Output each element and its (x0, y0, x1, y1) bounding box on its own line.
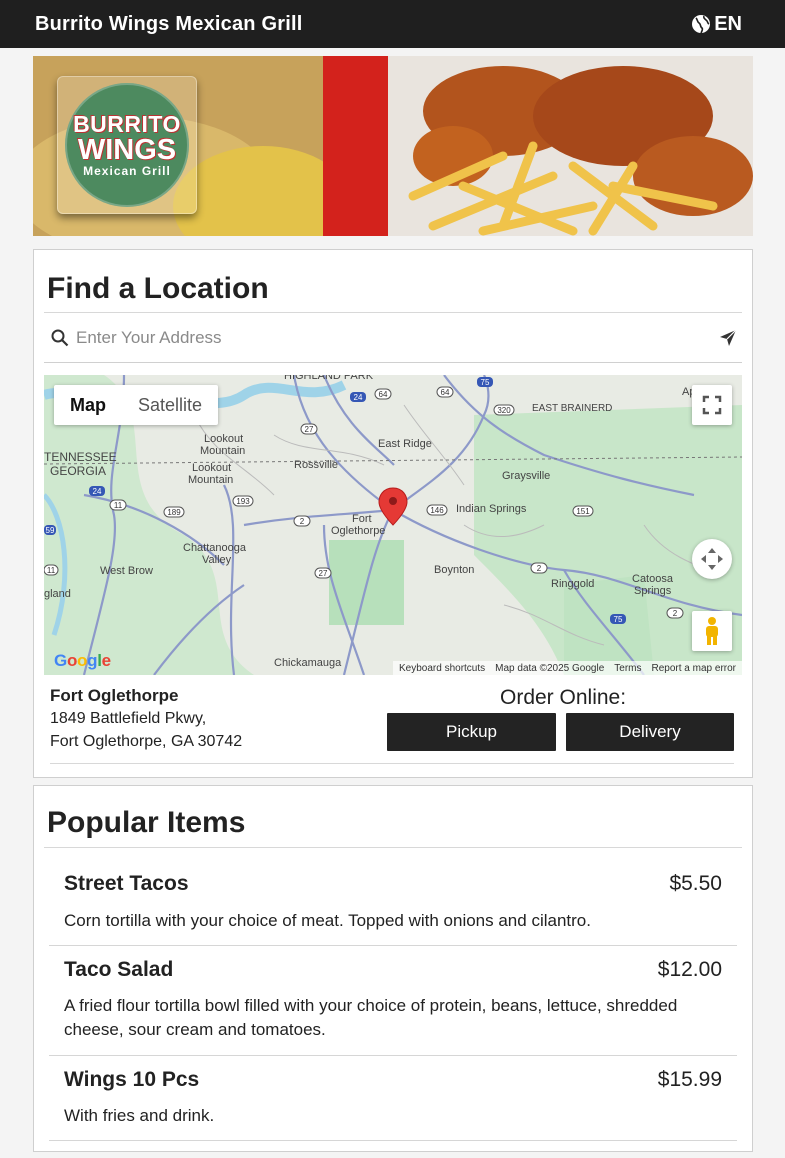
svg-text:24: 24 (93, 487, 102, 496)
keyboard-shortcuts-link[interactable]: Keyboard shortcuts (399, 663, 485, 674)
address-input[interactable] (76, 327, 719, 348)
search-icon (51, 329, 69, 346)
pegman-icon (706, 617, 718, 645)
svg-text:Chickamauga: Chickamauga (274, 657, 342, 669)
fullscreen-icon (702, 395, 722, 415)
location-map[interactable]: HIGHLAND PARK EAST BRAINERD Lookout Mount… (44, 375, 742, 675)
item-price: $15.99 (657, 1068, 722, 1091)
svg-text:Rossville: Rossville (294, 459, 338, 471)
item-name: Wings 10 Pcs (64, 1068, 200, 1091)
svg-text:27: 27 (305, 425, 314, 434)
terms-link[interactable]: Terms (614, 663, 641, 674)
language-selector[interactable]: EN (691, 13, 742, 36)
map-data-text: Map data ©2025 Google (495, 662, 605, 674)
order-online-label: Order Online: (500, 686, 627, 709)
svg-text:Graysville: Graysville (502, 470, 550, 482)
svg-text:GEORGIA: GEORGIA (50, 464, 106, 478)
svg-text:TENNESSEE: TENNESSEE (44, 450, 117, 464)
item-description: A fried flour tortilla bowl filled with … (64, 996, 678, 1039)
svg-text:gland: gland (44, 588, 71, 600)
svg-text:151: 151 (576, 507, 590, 516)
svg-text:Indian Springs: Indian Springs (456, 503, 527, 515)
item-price: $12.00 (657, 958, 722, 981)
item-divider (49, 1140, 737, 1141)
svg-text:Valley: Valley (202, 554, 232, 566)
menu-item[interactable]: Taco Salad $12.00 A fried flour tortilla… (49, 946, 737, 1056)
svg-text:75: 75 (481, 378, 490, 387)
find-location-card: Find a Location Enter Your Address HIGHL… (33, 249, 753, 778)
svg-text:Catoosa: Catoosa (632, 573, 674, 585)
map-type-toggle: Map Satellite (54, 385, 219, 425)
brand-title[interactable]: Burrito Wings Mexican Grill (35, 13, 302, 36)
svg-text:193: 193 (236, 497, 250, 506)
svg-text:Mountain: Mountain (188, 474, 233, 486)
popular-items-title: Popular Items (47, 806, 246, 839)
svg-text:EAST BRAINERD: EAST BRAINERD (532, 403, 612, 414)
svg-text:189: 189 (167, 508, 181, 517)
restaurant-logo: BURRITO WINGS Mexican Grill (57, 76, 197, 214)
top-bar: Burrito Wings Mexican Grill EN (0, 0, 785, 48)
svg-text:Fort: Fort (352, 513, 372, 525)
map-type-map[interactable]: Map (54, 385, 122, 425)
find-location-title: Find a Location (47, 272, 269, 305)
svg-text:146: 146 (430, 506, 444, 515)
camera-control-button[interactable] (692, 539, 732, 579)
menu-item[interactable]: Street Tacos $5.50 Corn tortilla with yo… (49, 848, 737, 946)
hero-banner: BURRITO WINGS Mexican Grill (33, 56, 753, 236)
globe-icon (692, 15, 711, 34)
location-name: Fort Oglethorpe (50, 686, 179, 705)
svg-text:West Brow: West Brow (100, 565, 153, 577)
svg-text:2: 2 (537, 564, 542, 573)
item-name: Street Tacos (64, 872, 189, 895)
svg-text:64: 64 (441, 388, 450, 397)
map-footer: Keyboard shortcuts Map data ©2025 Google… (392, 661, 742, 675)
address-search (44, 313, 742, 363)
svg-text:11: 11 (47, 566, 56, 575)
svg-text:Oglethorpe: Oglethorpe (331, 525, 385, 537)
svg-text:Boynton: Boynton (434, 564, 474, 576)
svg-text:Lookout: Lookout (192, 462, 231, 474)
location-divider (50, 763, 734, 764)
svg-text:75: 75 (614, 615, 623, 624)
svg-text:Chattanooga: Chattanooga (183, 542, 247, 554)
item-description: Corn tortilla with your choice of meat. … (64, 911, 591, 930)
item-description: With fries and drink. (64, 1106, 215, 1125)
language-label: EN (714, 12, 742, 35)
svg-text:59: 59 (46, 526, 55, 535)
svg-text:24: 24 (354, 393, 363, 402)
svg-text:Lookout: Lookout (204, 433, 243, 445)
pan-arrows-icon (701, 548, 723, 570)
svg-text:320: 320 (497, 406, 511, 415)
pickup-button[interactable]: Pickup (387, 713, 556, 751)
locate-me-icon[interactable] (719, 329, 737, 347)
svg-text:Mountain: Mountain (200, 445, 245, 457)
route-shield: 24 (350, 392, 366, 402)
svg-text:27: 27 (319, 569, 328, 578)
report-error-link[interactable]: Report a map error (652, 663, 736, 674)
svg-text:East Ridge: East Ridge (378, 438, 432, 450)
google-logo[interactable]: Google (54, 651, 111, 671)
item-name: Taco Salad (64, 958, 174, 981)
location-address-line2: Fort Oglethorpe, GA 30742 (50, 733, 243, 750)
svg-text:2: 2 (673, 609, 678, 618)
fullscreen-button[interactable] (692, 385, 732, 425)
location-address-line1: 1849 Battlefield Pkwy, (50, 710, 207, 727)
popular-items-card: Popular Items Street Tacos $5.50 Corn to… (33, 785, 753, 1152)
svg-text:2: 2 (300, 517, 305, 526)
svg-text:HIGHLAND PARK: HIGHLAND PARK (284, 375, 374, 382)
item-price: $5.50 (669, 872, 722, 895)
svg-text:64: 64 (379, 390, 388, 399)
map-type-satellite[interactable]: Satellite (122, 385, 218, 425)
street-view-button[interactable] (692, 611, 732, 651)
svg-text:Ringgold: Ringgold (551, 578, 594, 590)
svg-text:Springs: Springs (634, 585, 672, 597)
svg-text:11: 11 (114, 501, 123, 510)
delivery-button[interactable]: Delivery (566, 713, 734, 751)
menu-item[interactable]: Wings 10 Pcs $15.99 With fries and drink… (49, 1056, 737, 1142)
